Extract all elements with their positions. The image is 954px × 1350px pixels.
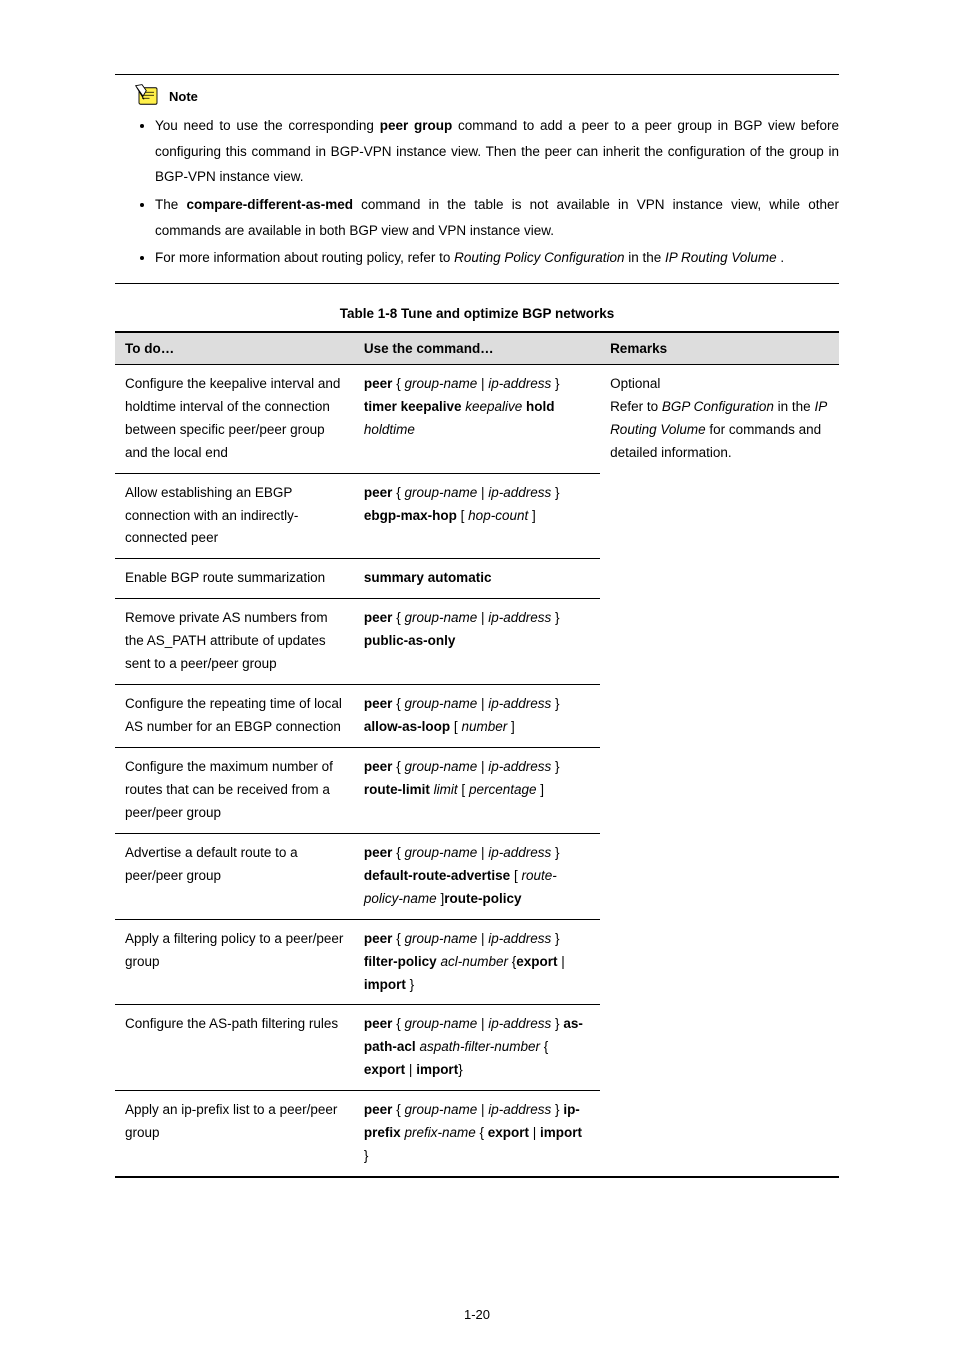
cell-command: peer { group-name | ip-address } ip-pref… <box>354 1091 600 1177</box>
note-label: Note <box>169 89 198 104</box>
text: . <box>780 250 784 265</box>
col-remarks: Remarks <box>600 332 839 365</box>
cell-command: peer { group-name | ip-address } filter-… <box>354 919 600 1005</box>
note-bullet-2: The compare-different-as-med command in … <box>155 192 839 243</box>
cell-todo: Configure the AS-path filtering rules <box>115 1005 354 1091</box>
cell-command: summary automatic <box>354 559 600 599</box>
page-number: 1-20 <box>0 1307 954 1322</box>
cell-todo: Apply an ip-prefix list to a peer/peer g… <box>115 1091 354 1177</box>
col-todo: To do… <box>115 332 354 365</box>
cell-todo: Configure the repeating time of local AS… <box>115 685 354 748</box>
italic-text: Routing Policy Configuration <box>454 250 624 265</box>
note-icon <box>133 83 163 109</box>
italic-text: IP Routing Volume <box>665 250 777 265</box>
cell-command: peer { group-name | ip-address } as-path… <box>354 1005 600 1091</box>
cell-command: peer { group-name | ip-address } route-l… <box>354 748 600 834</box>
cell-todo: Configure the maximum number of routes t… <box>115 748 354 834</box>
note-bullet-1: You need to use the corresponding peer g… <box>155 113 839 190</box>
note-header: Note <box>133 83 839 109</box>
cell-todo: Enable BGP route summarization <box>115 559 354 599</box>
text: in the <box>628 250 665 265</box>
note-bullets: You need to use the corresponding peer g… <box>115 113 839 271</box>
command-text: peer group <box>380 118 453 133</box>
text: The <box>155 197 186 212</box>
text: You need to use the corresponding <box>155 118 374 133</box>
cell-todo: Advertise a default route to a peer/peer… <box>115 833 354 919</box>
text: For more information about routing polic… <box>155 250 454 265</box>
top-divider <box>115 74 839 75</box>
cell-todo: Remove private AS numbers from the AS_PA… <box>115 599 354 685</box>
cell-remarks: OptionalRefer to BGP Configuration in th… <box>600 364 839 1177</box>
cell-todo: Configure the keepalive interval and hol… <box>115 364 354 473</box>
table-caption: Table 1-8 Tune and optimize BGP networks <box>115 306 839 321</box>
cell-command: peer { group-name | ip-address } public-… <box>354 599 600 685</box>
page: Note You need to use the corresponding p… <box>0 0 954 1350</box>
table-row: Configure the keepalive interval and hol… <box>115 364 839 473</box>
command-text: compare-different-as-med <box>186 197 353 212</box>
config-table: To do… Use the command… Remarks Configur… <box>115 331 839 1178</box>
cell-command: peer { group-name | ip-address } default… <box>354 833 600 919</box>
note-bullet-3: For more information about routing polic… <box>155 245 839 271</box>
col-command: Use the command… <box>354 332 600 365</box>
caption-text: Table 1-8 Tune and optimize BGP networks <box>340 306 615 321</box>
cell-todo: Apply a filtering policy to a peer/peer … <box>115 919 354 1005</box>
section-divider <box>115 283 839 284</box>
cell-todo: Allow establishing an EBGP connection wi… <box>115 473 354 559</box>
cell-command: peer { group-name | ip-address } ebgp-ma… <box>354 473 600 559</box>
cell-command: peer { group-name | ip-address } timer k… <box>354 364 600 473</box>
table-header-row: To do… Use the command… Remarks <box>115 332 839 365</box>
cell-command: peer { group-name | ip-address } allow-a… <box>354 685 600 748</box>
